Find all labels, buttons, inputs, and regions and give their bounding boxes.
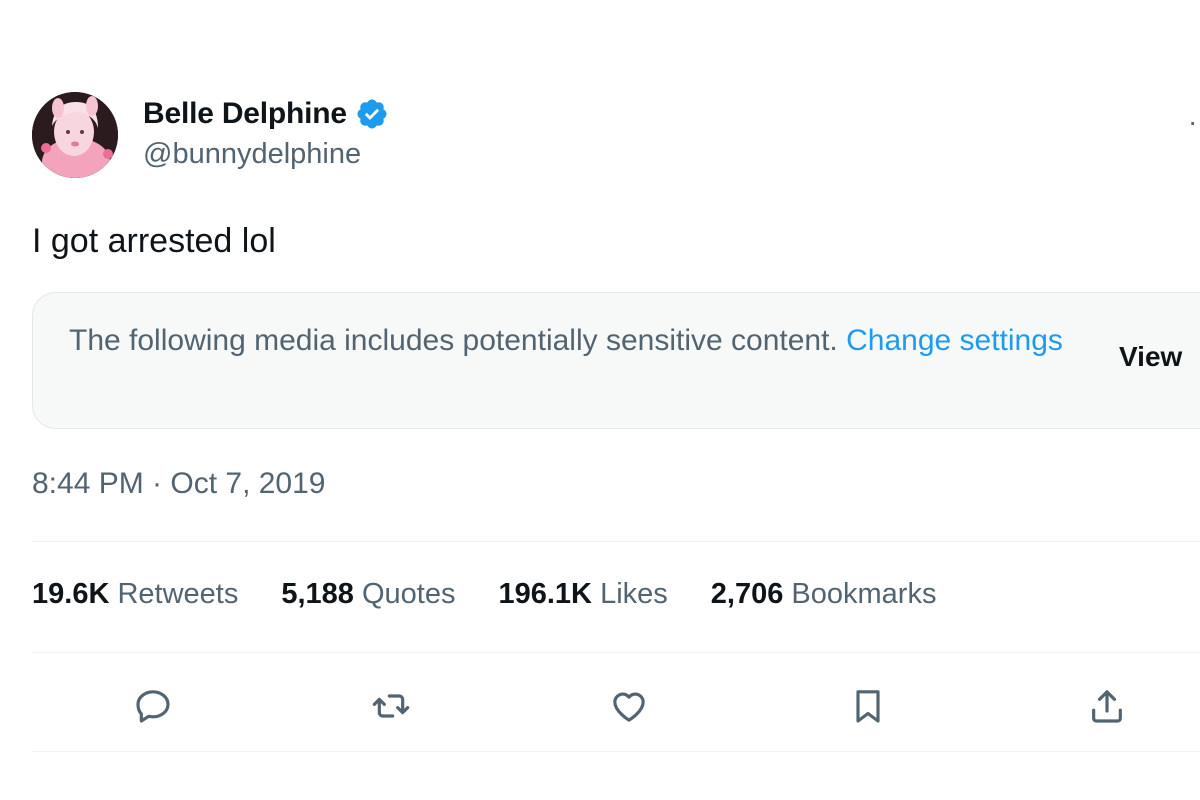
- like-button[interactable]: [607, 684, 651, 728]
- avatar[interactable]: [32, 92, 118, 178]
- profile-photo-icon: [32, 92, 118, 178]
- reply-button[interactable]: [131, 684, 175, 728]
- retweet-icon: [372, 694, 410, 718]
- view-media-button[interactable]: View: [1119, 341, 1182, 373]
- stat-bookmarks[interactable]: 2,706 Bookmarks: [711, 578, 937, 611]
- like-icon: [613, 692, 645, 722]
- divider: [32, 652, 1200, 653]
- sensitive-notice-message: The following media includes potentially…: [69, 324, 838, 357]
- divider: [32, 541, 1200, 542]
- change-settings-link[interactable]: Change settings: [846, 324, 1063, 357]
- retweet-button[interactable]: [369, 684, 413, 728]
- stat-quotes[interactable]: 5,188 Quotes: [281, 578, 455, 611]
- sensitive-notice-text: The following media includes potentially…: [69, 319, 1069, 362]
- verified-badge-icon[interactable]: [355, 97, 389, 131]
- bookmark-button[interactable]: [846, 684, 890, 728]
- divider: [32, 751, 1200, 752]
- share-button[interactable]: [1085, 684, 1129, 728]
- author-name-row[interactable]: Belle Delphine: [143, 94, 389, 134]
- reply-icon: [136, 690, 170, 723]
- stat-retweets[interactable]: 19.6K Retweets: [32, 578, 238, 611]
- author-handle[interactable]: @bunnydelphine: [143, 138, 361, 171]
- tweet-card: Belle Delphine @bunnydelphine ··· I got …: [0, 0, 1200, 800]
- stat-likes[interactable]: 196.1K Likes: [498, 578, 667, 611]
- more-options-icon[interactable]: ···: [1188, 106, 1200, 138]
- bookmark-icon: [856, 690, 880, 723]
- engagement-stats: 19.6K Retweets 5,188 Quotes 196.1K Likes…: [32, 578, 979, 611]
- share-icon: [1092, 690, 1122, 723]
- display-name[interactable]: Belle Delphine: [143, 97, 347, 131]
- tweet-text: I got arrested lol: [32, 222, 276, 260]
- tweet-timestamp[interactable]: 8:44 PM · Oct 7, 2019: [32, 467, 325, 501]
- sensitive-media-notice: The following media includes potentially…: [32, 292, 1200, 429]
